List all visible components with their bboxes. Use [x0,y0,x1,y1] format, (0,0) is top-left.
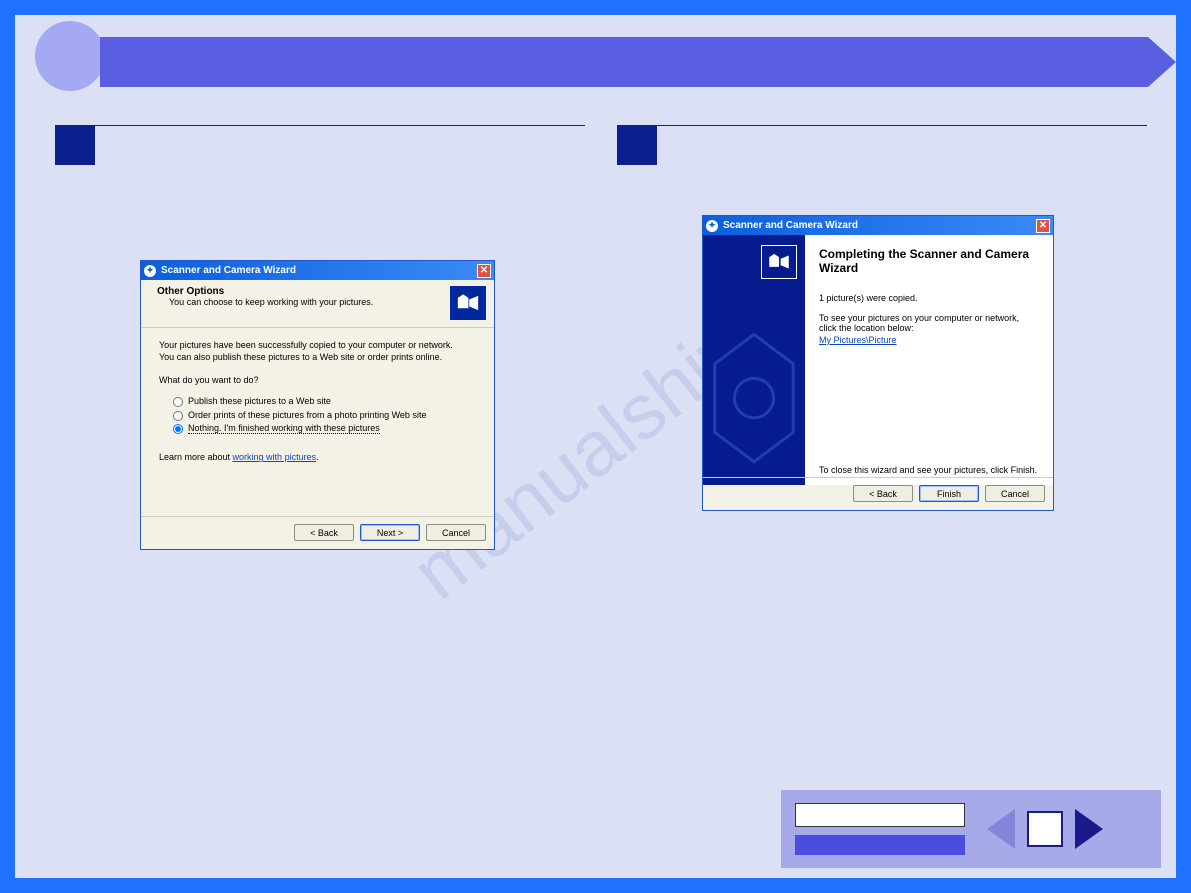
radio-publish-input[interactable] [173,397,183,407]
titlebar: ✦ Scanner and Camera Wizard ✕ [703,216,1053,235]
camera-icon [450,286,486,320]
wizard-header-subtitle: You can choose to keep working with your… [157,297,484,307]
app-icon: ✦ [144,265,156,277]
cancel-button[interactable]: Cancel [426,524,486,541]
nav-progress-bar [795,835,965,855]
nav-search-input[interactable] [795,803,965,827]
radio-order[interactable]: Order prints of these pictures from a ph… [159,409,476,423]
header-circle [35,21,105,91]
radio-nothing-label: Nothing. I'm finished working with these… [188,423,380,435]
finish-button[interactable]: Finish [919,485,979,502]
close-icon[interactable]: ✕ [477,264,491,278]
radio-nothing[interactable]: Nothing. I'm finished working with these… [159,422,476,436]
button-row: < Back Next > Cancel [294,524,486,541]
radio-publish-label: Publish these pictures to a Web site [188,396,331,408]
section-divider-right [657,125,1147,126]
learn-more: Learn more about working with pictures. [159,452,476,464]
back-button[interactable]: < Back [853,485,913,502]
side-graphic [705,323,803,483]
nav-stop-button[interactable] [1027,811,1063,847]
learn-link[interactable]: working with pictures [233,452,317,462]
complete-title: Completing the Scanner and Camera Wizard [819,247,1039,275]
wizard-body: Your pictures have been successfully cop… [141,328,494,484]
header-arrow-icon [1148,37,1176,87]
wizard-other-options: ✦ Scanner and Camera Wizard ✕ Other Opti… [140,260,495,550]
nav-next-icon[interactable] [1075,809,1103,849]
nav-panel [781,790,1161,868]
button-row: < Back Finish Cancel [853,485,1045,502]
close-instruction: To close this wizard and see your pictur… [819,465,1039,475]
titlebar: ✦ Scanner and Camera Wizard ✕ [141,261,494,280]
radio-order-input[interactable] [173,411,183,421]
titlebar-text: Scanner and Camera Wizard [723,220,858,231]
button-separator [703,477,1053,478]
camera-icon [761,245,797,279]
wizard-body-split: Completing the Scanner and Camera Wizard… [703,235,1053,485]
intro-line-2: You can also publish these pictures to a… [159,352,476,364]
intro-line-1: Your pictures have been successfully cop… [159,340,476,352]
see-pictures-text: To see your pictures on your computer or… [819,313,1039,333]
button-separator [141,516,494,517]
radio-publish[interactable]: Publish these pictures to a Web site [159,395,476,409]
back-button[interactable]: < Back [294,524,354,541]
wizard-completing: ✦ Scanner and Camera Wizard ✕ Completing… [702,215,1054,511]
wizard-side-panel [703,235,805,485]
app-icon: ✦ [706,220,718,232]
nav-prev-icon[interactable] [987,809,1015,849]
header-bar [100,37,1148,87]
wizard-complete-body: Completing the Scanner and Camera Wizard… [805,235,1053,485]
nav-left-block [795,803,965,855]
cancel-button[interactable]: Cancel [985,485,1045,502]
wizard-header-title: Other Options [157,286,484,297]
section-divider-left [95,125,585,126]
radio-nothing-input[interactable] [173,424,183,434]
wizard-header: Other Options You can choose to keep wor… [141,280,494,328]
section-marker-left [55,125,95,165]
radio-order-label: Order prints of these pictures from a ph… [188,410,426,422]
page-inner: manualshive ✦ Scanner and Camera Wizard … [15,15,1176,878]
question-text: What do you want to do? [159,375,476,387]
next-button[interactable]: Next > [360,524,420,541]
titlebar-text: Scanner and Camera Wizard [161,265,296,276]
copied-count: 1 picture(s) were copied. [819,293,1039,303]
section-marker-right [617,125,657,165]
pictures-link[interactable]: My Pictures\Picture [819,335,897,345]
close-icon[interactable]: ✕ [1036,219,1050,233]
